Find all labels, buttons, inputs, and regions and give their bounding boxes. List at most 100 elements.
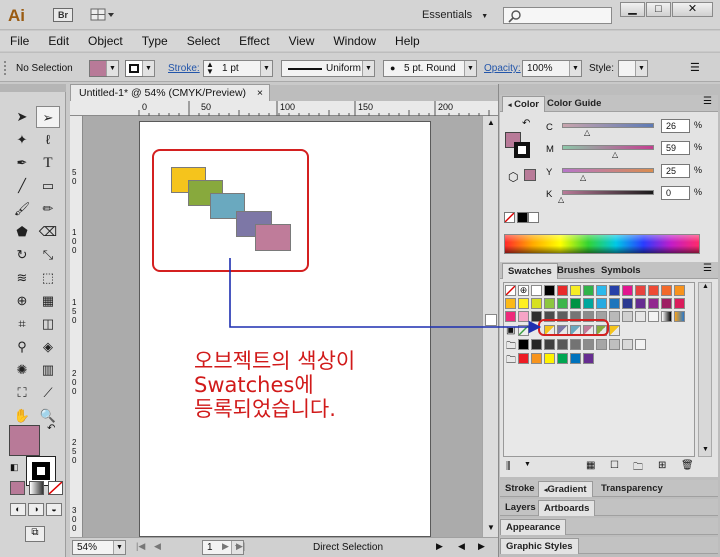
swatch[interactable]: [661, 285, 672, 296]
scroll-left-icon[interactable]: ◀: [458, 541, 465, 552]
new-color-group-icon[interactable]: 🗀: [633, 460, 643, 477]
swatch[interactable]: [544, 339, 555, 350]
magenta-slider-track[interactable]: [562, 145, 654, 150]
opacity-field[interactable]: 100% ▼: [522, 60, 582, 77]
close-button[interactable]: ✕: [672, 2, 713, 17]
menu-edit[interactable]: Edit: [38, 31, 78, 51]
tab-color-guide[interactable]: Color Guide: [542, 96, 606, 112]
mesh-tool-icon[interactable]: ⌗: [10, 313, 34, 335]
perspective-grid-tool-icon[interactable]: ▦: [36, 290, 60, 312]
prev-artboard-icon[interactable]: ◀: [154, 541, 161, 552]
lasso-tool-icon[interactable]: ℓ: [36, 129, 60, 151]
opacity-label[interactable]: Opacity:: [484, 63, 521, 74]
warp-tool-icon[interactable]: ≋: [10, 267, 34, 289]
swatch-libraries-icon[interactable]: ⫼: [506, 461, 511, 472]
cyan-value-field[interactable]: 26: [661, 119, 690, 133]
paintbrush-tool-icon[interactable]: 🖌: [10, 198, 34, 220]
free-transform-tool-icon[interactable]: ⬚: [36, 267, 60, 289]
show-swatch-kinds-icon[interactable]: ▦: [586, 460, 595, 471]
folder-icon[interactable]: 🗀: [506, 353, 516, 370]
swatch[interactable]: [570, 339, 581, 350]
artboard-tool-icon[interactable]: ⛶: [10, 382, 34, 404]
slider-handle-icon[interactable]: △: [612, 150, 618, 159]
tab-brushes[interactable]: Brushes: [552, 263, 600, 279]
swatch-none[interactable]: [505, 285, 516, 296]
slice-tool-icon[interactable]: ⟋: [36, 382, 60, 404]
restore-button[interactable]: □: [646, 2, 671, 17]
scroll-down-icon[interactable]: ▼: [484, 521, 498, 535]
last-artboard-icon[interactable]: ▶|: [236, 541, 245, 552]
tab-artboards[interactable]: Artboards: [538, 500, 596, 516]
swatch[interactable]: [518, 339, 529, 350]
swatch-gradient[interactable]: [674, 311, 685, 322]
swatch[interactable]: [505, 298, 516, 309]
slider-handle-icon[interactable]: △: [558, 195, 564, 204]
tools-panel-header[interactable]: [0, 84, 66, 92]
swatch[interactable]: [583, 285, 594, 296]
variable-width-profile[interactable]: Uniform ▼: [281, 60, 375, 77]
swatch[interactable]: [531, 298, 542, 309]
swatch[interactable]: [505, 311, 516, 322]
color-stroke-box[interactable]: [514, 142, 530, 158]
swatch[interactable]: [570, 285, 581, 296]
swatch[interactable]: [635, 311, 646, 322]
grip-handle[interactable]: [4, 61, 7, 75]
scroll-right-icon[interactable]: ▶: [478, 541, 485, 552]
swatch-black[interactable]: [544, 285, 555, 296]
black-value-field[interactable]: 0: [661, 186, 690, 200]
blend-tool-icon[interactable]: ◈: [36, 336, 60, 358]
slider-handle-icon[interactable]: △: [584, 128, 590, 137]
swatch[interactable]: [622, 298, 633, 309]
swatch[interactable]: [518, 298, 529, 309]
color-mode-button[interactable]: [10, 481, 25, 495]
stroke-color-dropdown[interactable]: ▼: [142, 60, 155, 77]
menu-object[interactable]: Object: [78, 31, 132, 51]
tab-symbols[interactable]: Symbols: [596, 263, 646, 279]
swatch[interactable]: [557, 339, 568, 350]
swatch-none-group[interactable]: [518, 325, 529, 336]
swatch[interactable]: [635, 298, 646, 309]
tab-swatches[interactable]: Swatches: [502, 263, 558, 279]
tab-graphic-styles[interactable]: Graphic Styles: [500, 538, 579, 554]
none-mode-button[interactable]: [48, 481, 63, 495]
minimize-button[interactable]: ▁: [620, 2, 645, 17]
black-swatch[interactable]: [517, 212, 528, 223]
next-artboard-icon[interactable]: ▶: [222, 541, 229, 552]
black-slider-track[interactable]: [562, 190, 654, 195]
panel-menu-icon[interactable]: ☰: [690, 61, 700, 74]
tab-layers[interactable]: Layers: [500, 500, 541, 516]
status-menu-icon[interactable]: ▶: [436, 541, 443, 552]
menu-type[interactable]: Type: [132, 31, 177, 51]
swatch-new-yellow[interactable]: [609, 325, 620, 336]
eyedropper-tool-icon[interactable]: ⚲: [10, 336, 34, 358]
swatch[interactable]: [583, 298, 594, 309]
yellow-slider-track[interactable]: [562, 168, 654, 173]
column-graph-tool-icon[interactable]: ▥: [36, 359, 60, 381]
magic-wand-tool-icon[interactable]: ✦: [10, 129, 34, 151]
tab-appearance[interactable]: Appearance: [500, 519, 567, 535]
last-color-box[interactable]: [524, 169, 536, 181]
workspace-switcher[interactable]: Essentials ▼: [422, 9, 492, 23]
symbol-sprayer-tool-icon[interactable]: ✺: [10, 359, 34, 381]
new-swatch-icon[interactable]: ⊞: [658, 460, 666, 471]
swatch[interactable]: [544, 353, 555, 364]
swatch[interactable]: [557, 353, 568, 364]
swatch[interactable]: [648, 311, 659, 322]
vertical-scrollbar[interactable]: ▲ ▼: [482, 116, 498, 537]
swatch-white[interactable]: [531, 285, 542, 296]
swatch[interactable]: [661, 298, 672, 309]
white-swatch[interactable]: [528, 212, 539, 223]
menu-select[interactable]: Select: [177, 31, 229, 51]
swatch[interactable]: [596, 298, 607, 309]
type-tool-icon[interactable]: T: [36, 152, 60, 174]
tab-gradient[interactable]: ◂Gradient: [538, 481, 593, 497]
swatch-gradient[interactable]: [661, 311, 672, 322]
search-input[interactable]: [503, 7, 612, 24]
screen-mode-icon[interactable]: ⧉: [25, 526, 45, 542]
swatch[interactable]: [622, 285, 633, 296]
slider-handle-icon[interactable]: △: [580, 173, 586, 182]
cmyk-cube-icon[interactable]: ⬡: [508, 170, 518, 184]
horizontal-ruler[interactable]: 0 50 100 150 200: [70, 101, 498, 116]
swatch[interactable]: [531, 339, 542, 350]
stroke-swatch[interactable]: [125, 60, 143, 77]
